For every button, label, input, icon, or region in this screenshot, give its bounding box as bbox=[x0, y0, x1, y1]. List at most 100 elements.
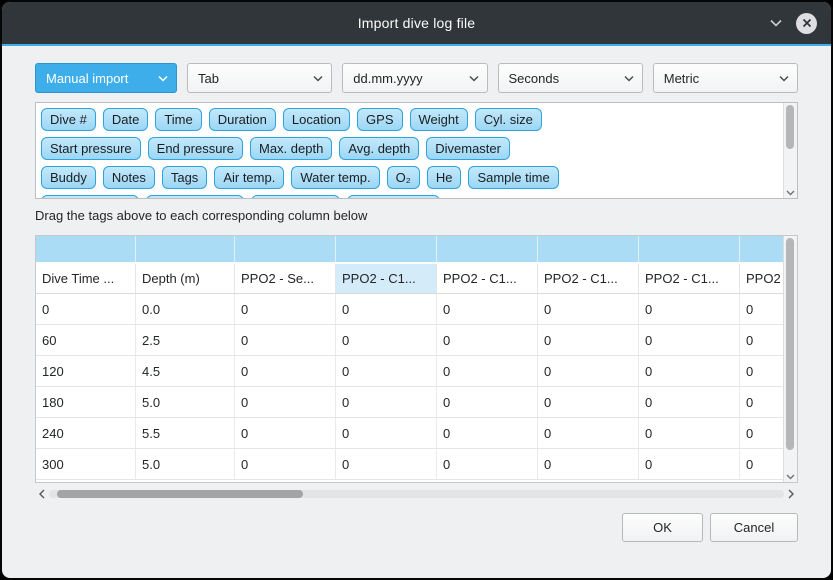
table-cell: 0 bbox=[235, 294, 336, 324]
column-drop-cell[interactable] bbox=[336, 236, 437, 262]
column-drop-cell[interactable] bbox=[740, 236, 783, 262]
tag-row: Dive # Date Time Duration Location GPS Weight C… bbox=[41, 108, 783, 131]
tag-chip[interactable]: Weight bbox=[410, 108, 468, 131]
column-header[interactable]: PPO2 - C1... bbox=[538, 264, 639, 293]
tag-chip[interactable]: Date bbox=[103, 108, 148, 131]
column-header[interactable]: PPO2 - C1... bbox=[639, 264, 740, 293]
column-header[interactable]: PPO2 - C1... bbox=[336, 264, 437, 293]
table-row: 602.5000000 bbox=[36, 325, 783, 356]
duration-format-combo[interactable]: Seconds bbox=[498, 63, 643, 93]
tag-chip[interactable]: Divemaster bbox=[426, 137, 510, 160]
tag-chip[interactable]: Time bbox=[155, 108, 201, 131]
field-separator-combo[interactable]: Tab bbox=[187, 63, 332, 93]
column-drop-cell[interactable] bbox=[538, 236, 639, 262]
tag-chip[interactable]: End pressure bbox=[148, 137, 243, 160]
tag-scrollbar-thumb[interactable] bbox=[786, 105, 794, 149]
tag-chip[interactable]: Sample temp. bbox=[146, 195, 244, 198]
tag-chip[interactable]: O₂ bbox=[387, 166, 420, 189]
tag-chip[interactable]: Location bbox=[283, 108, 350, 131]
column-header[interactable]: PPO2 - Se... bbox=[235, 264, 336, 293]
tag-chip[interactable]: GPS bbox=[357, 108, 402, 131]
table-cell: 0 bbox=[740, 387, 783, 417]
scroll-left-arrow-icon[interactable] bbox=[35, 489, 49, 499]
table-cell: 0 bbox=[740, 449, 783, 479]
tag-chip[interactable]: Sample time bbox=[468, 166, 558, 189]
tag-row: Start pressure End pressure Max. depth Avg.… bbox=[41, 137, 783, 160]
window-shade-chevron-icon[interactable] bbox=[768, 15, 784, 31]
table-cell: 0 bbox=[639, 418, 740, 448]
tag-list: Dive # Date Time Duration Location GPS Weight C… bbox=[36, 103, 783, 198]
tag-chip[interactable]: Avg. depth bbox=[339, 137, 419, 160]
table-scrollbar[interactable] bbox=[783, 236, 797, 482]
column-header[interactable]: PPO2 bbox=[740, 264, 783, 293]
scroll-down-arrow-icon[interactable] bbox=[784, 474, 797, 480]
table-horizontal-scrollbar[interactable] bbox=[35, 486, 798, 501]
tag-chip[interactable]: Sample depth bbox=[41, 195, 139, 198]
chevron-down-icon bbox=[779, 75, 789, 82]
table-cell: 0 bbox=[437, 387, 538, 417]
table-row: 1204.5000000 bbox=[36, 356, 783, 387]
table-cell: 0 bbox=[538, 356, 639, 386]
column-drop-cell[interactable] bbox=[235, 236, 336, 262]
table-cell: 0 bbox=[437, 325, 538, 355]
tag-chip[interactable]: He bbox=[427, 166, 462, 189]
tag-chip[interactable]: Cyl. size bbox=[475, 108, 542, 131]
table-cell: 2.5 bbox=[136, 325, 235, 355]
scroll-down-arrow-icon[interactable] bbox=[784, 190, 797, 196]
date-format-combo[interactable]: dd.mm.yyyy bbox=[342, 63, 487, 93]
tag-chip[interactable]: Duration bbox=[209, 108, 276, 131]
table-row: 3005.0000000 bbox=[36, 449, 783, 480]
import-type-combo[interactable]: Manual import bbox=[35, 63, 177, 93]
table-cell: 0 bbox=[538, 387, 639, 417]
hscroll-track[interactable] bbox=[49, 490, 784, 498]
table-cell: 0 bbox=[336, 418, 437, 448]
column-header[interactable]: Dive Time ... bbox=[36, 264, 136, 293]
table-cell: 0 bbox=[336, 387, 437, 417]
close-icon bbox=[802, 18, 812, 28]
column-drop-cell[interactable] bbox=[437, 236, 538, 262]
table-cell: 4.5 bbox=[136, 356, 235, 386]
column-drop-cell[interactable] bbox=[36, 236, 136, 262]
column-drop-cell[interactable] bbox=[136, 236, 235, 262]
chevron-down-icon bbox=[158, 75, 168, 82]
table-row: 00.0000000 bbox=[36, 294, 783, 325]
tag-chip[interactable]: Sample pO₂ bbox=[251, 195, 339, 198]
ok-button[interactable]: OK bbox=[622, 513, 703, 542]
table-cell: 0 bbox=[336, 449, 437, 479]
titlebar[interactable]: Import dive log file bbox=[2, 2, 831, 44]
table-cell: 0 bbox=[639, 325, 740, 355]
column-drop-cell[interactable] bbox=[639, 236, 740, 262]
table-cell: 0 bbox=[538, 418, 639, 448]
titlebar-buttons bbox=[768, 13, 831, 34]
tag-chip[interactable]: Notes bbox=[103, 166, 155, 189]
close-button[interactable] bbox=[796, 13, 817, 34]
units-combo[interactable]: Metric bbox=[653, 63, 798, 93]
column-drop-row bbox=[36, 236, 783, 264]
tag-chip[interactable]: Max. depth bbox=[250, 137, 332, 160]
chevron-down-icon bbox=[313, 75, 323, 82]
column-header[interactable]: Depth (m) bbox=[136, 264, 235, 293]
column-header[interactable]: PPO2 - C1... bbox=[437, 264, 538, 293]
table-cell: 0 bbox=[538, 294, 639, 324]
dialog-content: Manual import Tab dd.mm.yyyy Seconds Met… bbox=[2, 46, 831, 542]
chevron-down-icon bbox=[469, 75, 479, 82]
tag-chip[interactable]: Air temp. bbox=[214, 166, 284, 189]
cancel-button[interactable]: Cancel bbox=[710, 513, 798, 542]
import-preview-table: Dive Time ...Depth (m)PPO2 - Se...PPO2 -… bbox=[35, 235, 798, 483]
tag-chip[interactable]: Dive # bbox=[41, 108, 96, 131]
table-scrollbar-thumb[interactable] bbox=[786, 238, 794, 450]
tag-chip[interactable]: Sample CNS bbox=[347, 195, 440, 198]
tag-chip[interactable]: Tags bbox=[162, 166, 207, 189]
table-cell: 0 bbox=[538, 449, 639, 479]
tag-chip[interactable]: Buddy bbox=[41, 166, 96, 189]
table-cell: 0 bbox=[740, 294, 783, 324]
scroll-right-arrow-icon[interactable] bbox=[784, 489, 798, 499]
table-cell: 0 bbox=[639, 294, 740, 324]
table-cell: 5.5 bbox=[136, 418, 235, 448]
hscroll-thumb[interactable] bbox=[57, 490, 303, 498]
table-cell: 0 bbox=[639, 356, 740, 386]
tag-chip[interactable]: Water temp. bbox=[291, 166, 379, 189]
tag-area-scrollbar[interactable] bbox=[783, 103, 797, 198]
tag-chip[interactable]: Start pressure bbox=[41, 137, 141, 160]
table-grid: Dive Time ...Depth (m)PPO2 - Se...PPO2 -… bbox=[36, 236, 783, 482]
